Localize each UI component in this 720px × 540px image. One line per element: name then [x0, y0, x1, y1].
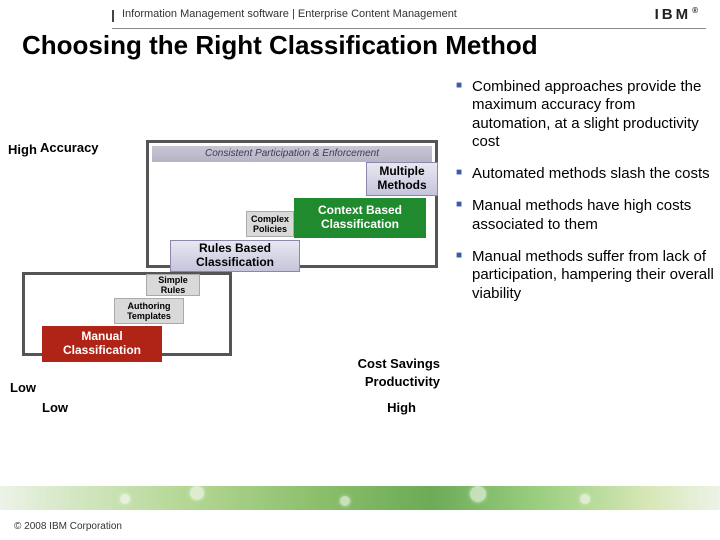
slide: Information Management software | Enterp…	[0, 0, 720, 540]
header-rule-icon	[112, 10, 114, 22]
header-underline	[112, 28, 706, 29]
automated-region-caption: Consistent Participation & Enforcement	[152, 146, 432, 162]
x-axis-label-productivity: Productivity	[365, 374, 440, 389]
ibm-logo: IBM®	[655, 6, 698, 23]
x-axis-high-label: High	[387, 400, 416, 415]
block-complex-policies: Complex Policies	[246, 211, 294, 237]
block-rules-based: Rules Based Classification	[170, 240, 300, 272]
list-item: Manual methods suffer from lack of parti…	[456, 248, 714, 303]
block-multiple-methods: Multiple Methods	[366, 162, 438, 196]
block-authoring-templates: Authoring Templates	[114, 298, 184, 324]
chart-area: High Accuracy Consistent Participation &…	[6, 118, 446, 418]
list-item: Combined approaches provide the maximum …	[456, 78, 714, 151]
block-context-based: Context Based Classification	[294, 198, 426, 238]
page-title: Choosing the Right Classification Method	[22, 30, 538, 61]
header: Information Management software | Enterp…	[0, 6, 720, 28]
y-axis-low-label: Low	[10, 380, 36, 395]
list-item: Manual methods have high costs associate…	[456, 197, 714, 234]
list-item: Automated methods slash the costs	[456, 165, 714, 183]
copyright: © 2008 IBM Corporation	[14, 521, 122, 532]
y-axis-label: Accuracy	[40, 140, 99, 155]
registered-icon: ®	[692, 6, 698, 15]
logo-text: IBM	[655, 6, 692, 23]
block-simple-rules: Simple Rules	[146, 274, 200, 296]
x-axis-low-label: Low	[42, 400, 68, 415]
breadcrumb: Information Management software | Enterp…	[122, 8, 457, 20]
x-axis-label-cost: Cost Savings	[358, 356, 440, 371]
y-axis-high-label: High	[8, 142, 37, 157]
block-manual-classification: Manual Classification	[42, 326, 162, 362]
bullet-list: Combined approaches provide the maximum …	[456, 78, 714, 317]
footer-band	[0, 486, 720, 510]
